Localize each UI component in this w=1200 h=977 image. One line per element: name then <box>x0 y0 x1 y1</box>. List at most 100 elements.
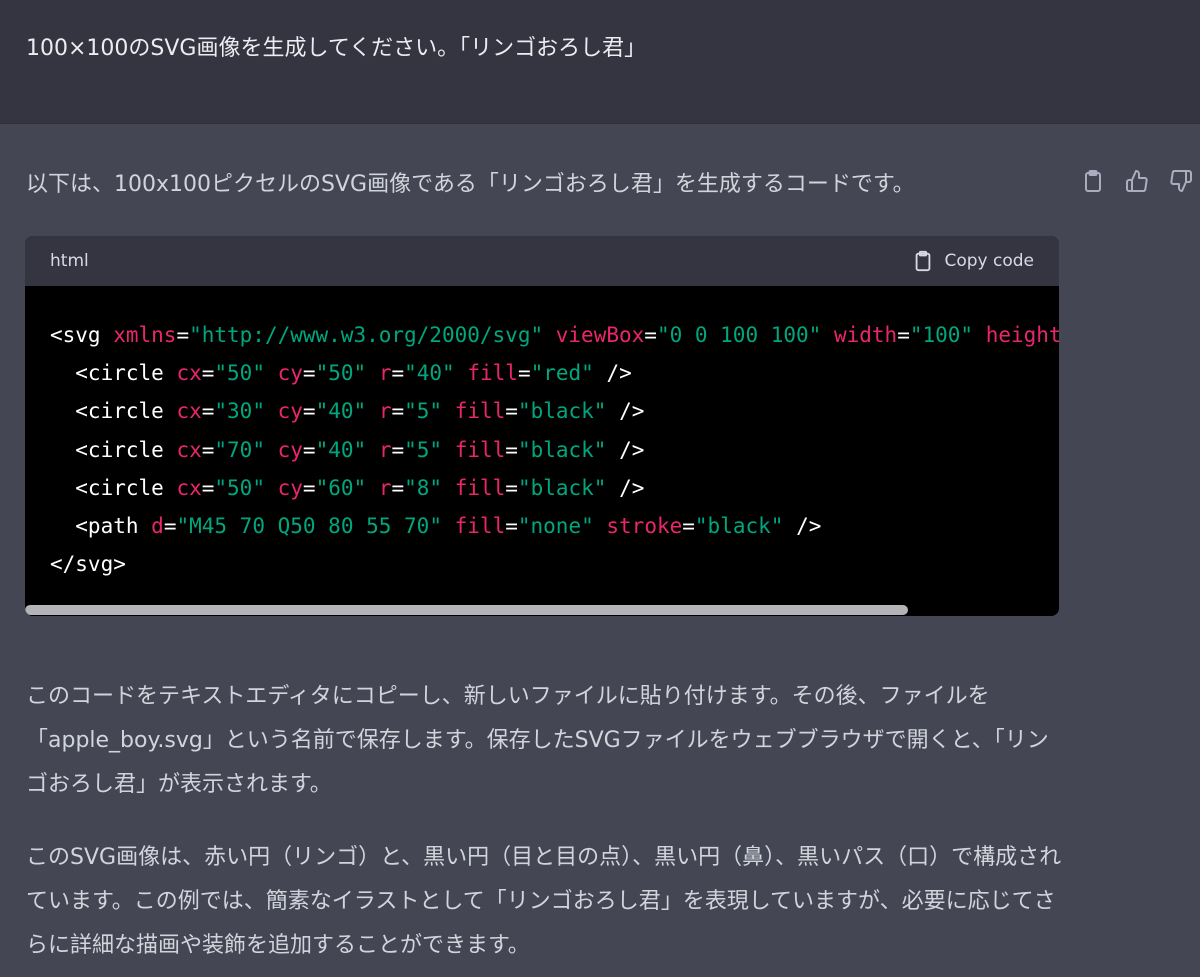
code-token-attr: cy <box>277 475 303 500</box>
thumbs-up-icon <box>1126 170 1148 192</box>
user-message-row: 100×100のSVG画像を生成してください。「リンゴおろし君」 <box>0 0 1200 124</box>
code-token-tag: = <box>302 399 316 424</box>
code-token-tag: /> <box>606 399 645 424</box>
code-token-tag: = <box>517 361 531 386</box>
clipboard-icon <box>916 250 931 272</box>
code-token-attr: r <box>378 361 392 386</box>
horizontal-scrollbar[interactable] <box>25 604 1059 616</box>
user-message-text: 100×100のSVG画像を生成してください。「リンゴおろし君」 <box>26 36 647 61</box>
code-token-tag: /> <box>606 475 645 500</box>
code-token-attr: fill <box>454 399 506 424</box>
code-token-attr: d <box>151 514 164 539</box>
code-token-str: "none" <box>517 514 594 539</box>
thumbs-up-button[interactable] <box>1122 166 1152 196</box>
code-token-attr: cx <box>176 475 202 500</box>
thumbs-down-icon <box>1170 170 1192 192</box>
code-token-tag <box>594 514 607 538</box>
code-token-str: "black" <box>694 514 784 539</box>
code-token-str: "60" <box>315 475 367 500</box>
code-block-header: html Copy code <box>25 236 1059 286</box>
code-token-tag: = <box>176 323 190 347</box>
code-token-attr: cy <box>277 399 303 424</box>
code-token-str: "70" <box>214 437 265 462</box>
code-token-attr: viewBox <box>555 323 645 347</box>
code-token-tag: /> <box>593 361 632 386</box>
code-token-tag: <circle <box>50 399 177 424</box>
code-token-tag: <path <box>50 514 152 539</box>
code-token-tag: <svg <box>50 323 114 347</box>
code-token-attr: width <box>833 323 898 347</box>
code-token-str: "black" <box>517 475 607 500</box>
code-token-str: "red" <box>530 361 594 386</box>
code-line: <svg xmlns="http://www.w3.org/2000/svg" … <box>50 316 1059 354</box>
code-token-str: "8" <box>404 475 443 500</box>
code-line: <circle cx="50" cy="60" r="8" fill="blac… <box>50 469 1059 507</box>
code-token-tag: = <box>201 475 215 500</box>
code-token-tag: = <box>391 437 405 462</box>
code-content: <svg xmlns="http://www.w3.org/2000/svg" … <box>50 316 1059 583</box>
code-token-tag: = <box>201 361 215 386</box>
code-token-tag: = <box>505 514 518 539</box>
code-token-tag <box>543 323 556 347</box>
code-token-str: "0 0 100 100" <box>656 323 822 347</box>
code-token-tag: = <box>505 475 518 500</box>
code-token-str: "30" <box>214 399 265 424</box>
scrollbar-thumb[interactable] <box>25 605 908 615</box>
code-line: <circle cx="30" cy="40" r="5" fill="blac… <box>50 392 1059 430</box>
code-token-tag: </svg> <box>50 552 126 577</box>
code-token-tag: = <box>391 361 405 386</box>
code-token-tag <box>442 399 455 423</box>
code-token-str: "black" <box>517 437 607 462</box>
copy-message-button[interactable] <box>1078 166 1108 196</box>
code-token-tag <box>265 476 278 500</box>
copy-code-button[interactable]: Copy code <box>912 250 1034 272</box>
code-token-tag: = <box>391 399 405 424</box>
code-token-str: "http://www.w3.org/2000/svg" <box>189 323 544 347</box>
code-token-attr: cx <box>176 361 202 386</box>
code-line: <circle cx="50" cy="50" r="40" fill="red… <box>50 354 1059 392</box>
code-token-tag <box>366 476 379 500</box>
code-token-tag <box>366 438 379 462</box>
code-token-tag: /> <box>606 437 645 462</box>
code-token-tag <box>366 361 379 385</box>
code-token-attr: fill <box>467 361 518 386</box>
code-token-attr: cx <box>176 399 202 424</box>
clipboard-icon <box>1085 170 1101 192</box>
code-token-str: "50" <box>214 361 265 386</box>
message-actions <box>1078 166 1196 196</box>
code-body[interactable]: <svg xmlns="http://www.w3.org/2000/svg" … <box>25 286 1059 616</box>
code-token-tag: = <box>897 323 910 347</box>
code-token-str: "50" <box>315 361 367 386</box>
code-token-tag: = <box>201 399 215 424</box>
copy-code-label: Copy code <box>944 251 1034 271</box>
assistant-message-row: 以下は、100x100ピクセルのSVG画像である「リンゴおろし君」を生成するコー… <box>0 124 1200 977</box>
code-token-tag: = <box>391 475 405 500</box>
paragraph-instructions: このコードをテキストエディタにコピーし、新しいファイルに貼り付けます。その後、フ… <box>26 684 1049 797</box>
code-line: <circle cx="70" cy="40" r="5" fill="blac… <box>50 431 1059 469</box>
thumbs-down-button[interactable] <box>1166 166 1196 196</box>
code-token-str: "40" <box>315 437 367 462</box>
code-token-tag: = <box>682 514 695 539</box>
code-token-tag: /> <box>783 514 822 539</box>
code-token-attr: fill <box>454 475 506 500</box>
code-token-str: "5" <box>404 437 443 462</box>
code-token-tag: = <box>201 437 215 462</box>
code-token-tag: = <box>505 437 518 462</box>
code-token-tag <box>455 361 468 385</box>
code-block: html Copy code <svg xmlns="http://www.w3… <box>25 236 1059 616</box>
code-token-attr: height <box>985 323 1059 347</box>
code-token-tag: <circle <box>50 361 177 386</box>
code-token-tag: = <box>644 323 657 347</box>
code-token-tag: <circle <box>50 475 177 500</box>
code-token-tag <box>442 514 455 538</box>
code-token-tag <box>821 323 834 347</box>
code-token-attr: fill <box>454 437 506 462</box>
code-token-tag: <circle <box>50 437 177 462</box>
code-token-attr: r <box>378 399 392 424</box>
code-token-tag: = <box>302 475 316 500</box>
code-token-tag <box>442 476 455 500</box>
code-token-str: "40" <box>315 399 367 424</box>
code-token-tag <box>265 399 278 423</box>
code-line: </svg> <box>50 545 1059 583</box>
code-token-attr: cy <box>277 437 303 462</box>
